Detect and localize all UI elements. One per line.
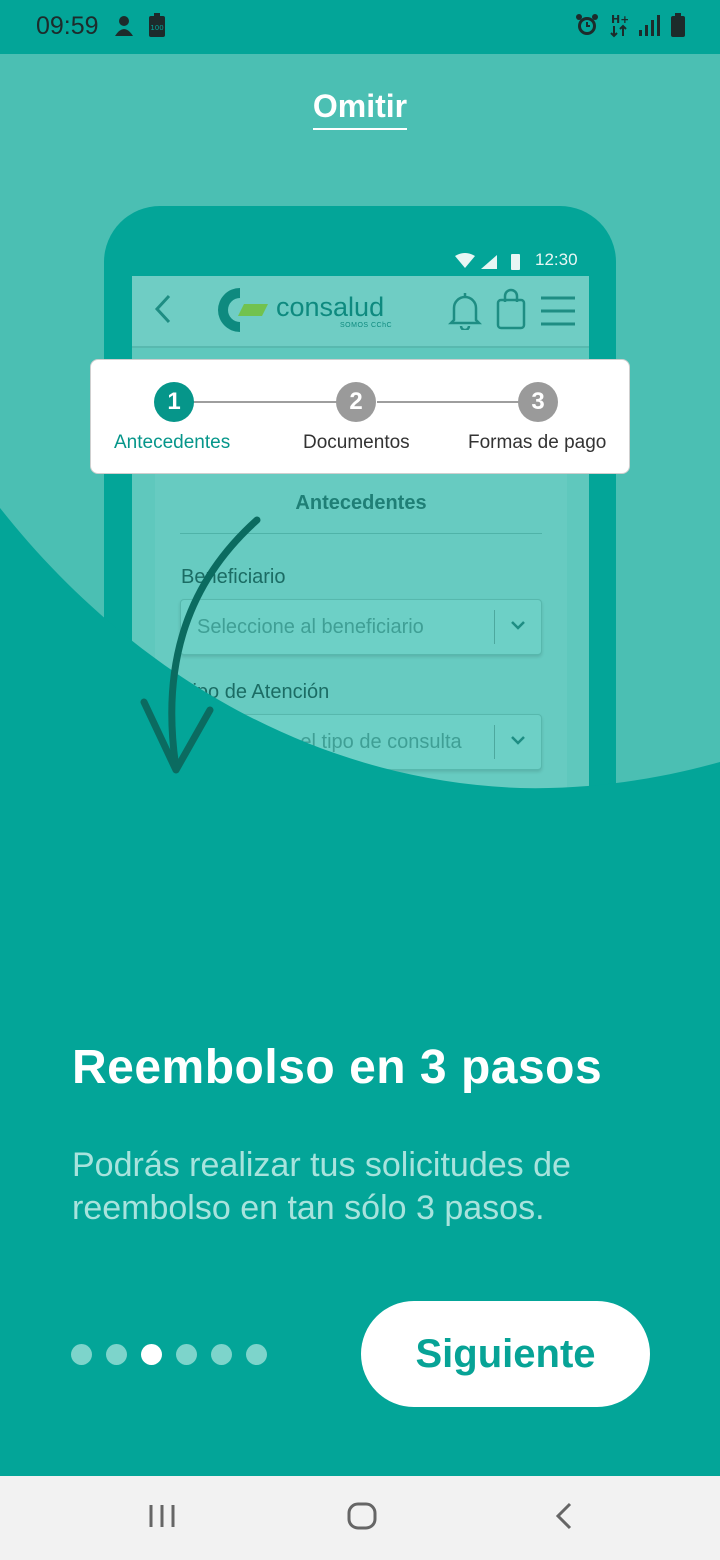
home-icon[interactable] xyxy=(346,1500,378,1537)
page-dot xyxy=(211,1344,232,1365)
consult-type-select: Seleccione el tipo de consulta xyxy=(180,714,542,770)
page-dot xyxy=(106,1344,127,1365)
battery-icon xyxy=(670,12,686,43)
chevron-left-icon xyxy=(152,292,174,331)
step-connector xyxy=(193,401,339,403)
system-nav-bar xyxy=(0,1476,720,1560)
onboarding-headline: Reembolso en 3 pasos xyxy=(72,1041,603,1094)
signal-icon xyxy=(638,13,660,42)
field-label-beneficiario: Beneficiario xyxy=(181,566,286,588)
recent-apps-icon[interactable] xyxy=(148,1500,176,1537)
form-divider xyxy=(180,533,542,534)
chevron-down-icon xyxy=(509,731,527,754)
pagination-dots xyxy=(71,1344,267,1365)
beneficiary-placeholder: Seleccione al beneficiario xyxy=(197,616,424,638)
chevron-down-icon xyxy=(509,616,527,639)
consult-type-placeholder: Seleccione el tipo de consulta xyxy=(197,731,462,753)
step-connector xyxy=(377,401,523,403)
step-2-circle: 2 xyxy=(336,382,376,422)
status-bar: 09:59 100 H+ xyxy=(0,0,720,54)
phone-time: 12:30 xyxy=(535,250,578,269)
next-button[interactable]: Siguiente xyxy=(361,1301,650,1407)
page-dot xyxy=(246,1344,267,1365)
shopping-bag-icon xyxy=(495,288,527,335)
onboarding-description: Podrás realizar tus solicitudes de reemb… xyxy=(72,1146,571,1227)
step-2-label: Documentos xyxy=(303,432,410,453)
data-h-plus-icon: H+ xyxy=(610,12,629,43)
app-brand-subtitle: SOMOS CChC xyxy=(340,322,393,329)
skip-link[interactable]: Omitir xyxy=(312,88,408,130)
field-label-tipo-atencion: Tipo de Atención xyxy=(181,681,330,703)
app-brand-name: consalud xyxy=(276,292,385,322)
page-dot xyxy=(176,1344,197,1365)
page-dot xyxy=(71,1344,92,1365)
stepper-card: 1 2 3 Antecedentes Documentos Formas de … xyxy=(90,359,630,474)
alarm-icon xyxy=(574,12,600,43)
step-1-label: Antecedentes xyxy=(114,432,231,453)
svg-text:H+: H+ xyxy=(611,13,628,26)
step-3-label: Formas de pago xyxy=(468,432,607,453)
page-dot-active xyxy=(141,1344,162,1365)
notification-icon xyxy=(112,12,136,43)
skip-link-wrapper: Omitir xyxy=(0,88,720,130)
step-1-circle: 1 xyxy=(154,382,194,422)
hamburger-menu-icon xyxy=(540,295,576,332)
back-icon[interactable] xyxy=(552,1500,576,1537)
beneficiary-select: Seleccione al beneficiario xyxy=(180,599,542,655)
battery-saver-icon: 100 xyxy=(148,12,166,43)
bell-icon xyxy=(447,290,483,335)
svg-text:100: 100 xyxy=(150,24,163,32)
step-3-circle: 3 xyxy=(518,382,558,422)
status-time: 09:59 xyxy=(36,12,99,40)
form-title: Antecedentes xyxy=(295,492,427,514)
consalud-logo-icon xyxy=(210,284,274,341)
